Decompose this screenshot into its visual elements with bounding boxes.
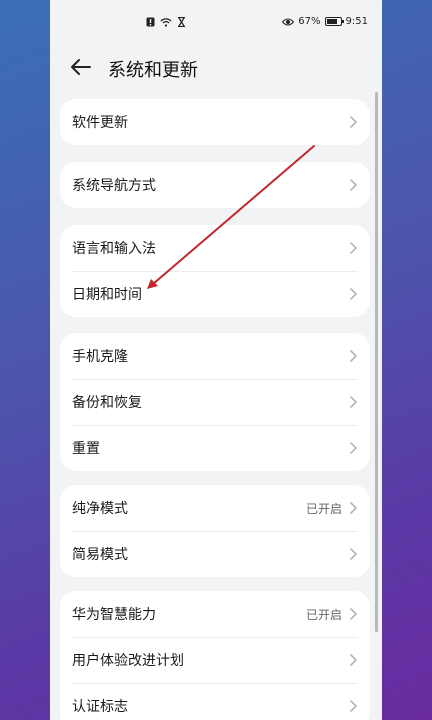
row-value: 已开启 xyxy=(305,501,342,516)
chevron-right-icon xyxy=(350,179,358,191)
settings-row-simple-mode[interactable]: 简易模式 xyxy=(60,531,370,577)
chevron-right-icon xyxy=(350,350,358,362)
clock-time: 9:51 xyxy=(345,16,368,27)
settings-row-pure-mode[interactable]: 纯净模式 已开启 xyxy=(60,485,370,531)
phone-screen: 67% 9:51 系统和更新 软件更新 系统导航方式 语言和输入法 日期和时间 … xyxy=(50,0,382,720)
settings-row-certification[interactable]: 认证标志 xyxy=(60,683,370,720)
battery-percent: 67% xyxy=(298,16,321,27)
chevron-right-icon xyxy=(350,548,358,560)
settings-card-1: 软件更新 xyxy=(60,99,370,145)
status-icons-left xyxy=(146,17,186,27)
settings-row-navigation[interactable]: 系统导航方式 xyxy=(60,162,370,208)
settings-row-language-input[interactable]: 语言和输入法 xyxy=(60,225,370,271)
settings-card-3: 语言和输入法 日期和时间 xyxy=(60,225,370,317)
settings-card-5: 纯净模式 已开启 简易模式 xyxy=(60,485,370,577)
row-label: 手机克隆 xyxy=(72,349,128,365)
row-label: 简易模式 xyxy=(72,547,128,563)
settings-row-huawei-smart[interactable]: 华为智慧能力 已开启 xyxy=(60,591,370,637)
row-label: 日期和时间 xyxy=(72,287,142,303)
notification-icon xyxy=(146,17,155,27)
settings-row-software-update[interactable]: 软件更新 xyxy=(60,99,370,145)
row-label: 华为智慧能力 xyxy=(72,607,156,623)
back-arrow-icon[interactable] xyxy=(68,55,94,79)
status-icons-right: 67% 9:51 xyxy=(282,16,368,27)
settings-card-6: 华为智慧能力 已开启 用户体验改进计划 认证标志 xyxy=(60,591,370,720)
battery-icon xyxy=(324,17,344,26)
row-label: 系统导航方式 xyxy=(72,178,156,194)
chevron-right-icon xyxy=(350,502,358,514)
header: 系统和更新 xyxy=(50,48,382,86)
row-label: 备份和恢复 xyxy=(72,395,142,411)
chevron-right-icon xyxy=(350,442,358,454)
row-label: 认证标志 xyxy=(72,699,128,715)
settings-row-backup-restore[interactable]: 备份和恢复 xyxy=(60,379,370,425)
scrollbar[interactable] xyxy=(375,92,378,632)
settings-row-date-time[interactable]: 日期和时间 xyxy=(60,271,370,317)
row-value: 已开启 xyxy=(305,607,342,622)
settings-row-reset[interactable]: 重置 xyxy=(60,425,370,471)
row-label: 重置 xyxy=(72,441,100,457)
chevron-right-icon xyxy=(350,288,358,300)
settings-card-2: 系统导航方式 xyxy=(60,162,370,208)
settings-row-phone-clone[interactable]: 手机克隆 xyxy=(60,333,370,379)
chevron-right-icon xyxy=(350,700,358,712)
settings-card-4: 手机克隆 备份和恢复 重置 xyxy=(60,333,370,471)
row-label: 纯净模式 xyxy=(72,501,128,517)
chevron-right-icon xyxy=(350,116,358,128)
status-bar: 67% 9:51 xyxy=(50,0,382,46)
chevron-right-icon xyxy=(350,654,358,666)
chevron-right-icon xyxy=(350,242,358,254)
eye-icon xyxy=(282,17,295,26)
chevron-right-icon xyxy=(350,608,358,620)
row-label: 软件更新 xyxy=(72,115,128,131)
chevron-right-icon xyxy=(350,396,358,408)
page-title: 系统和更新 xyxy=(108,60,198,81)
row-label: 语言和输入法 xyxy=(72,241,156,257)
hourglass-icon xyxy=(178,17,185,27)
row-label: 用户体验改进计划 xyxy=(72,653,184,669)
wifi-icon xyxy=(160,18,172,27)
settings-row-ux-improvement[interactable]: 用户体验改进计划 xyxy=(60,637,370,683)
